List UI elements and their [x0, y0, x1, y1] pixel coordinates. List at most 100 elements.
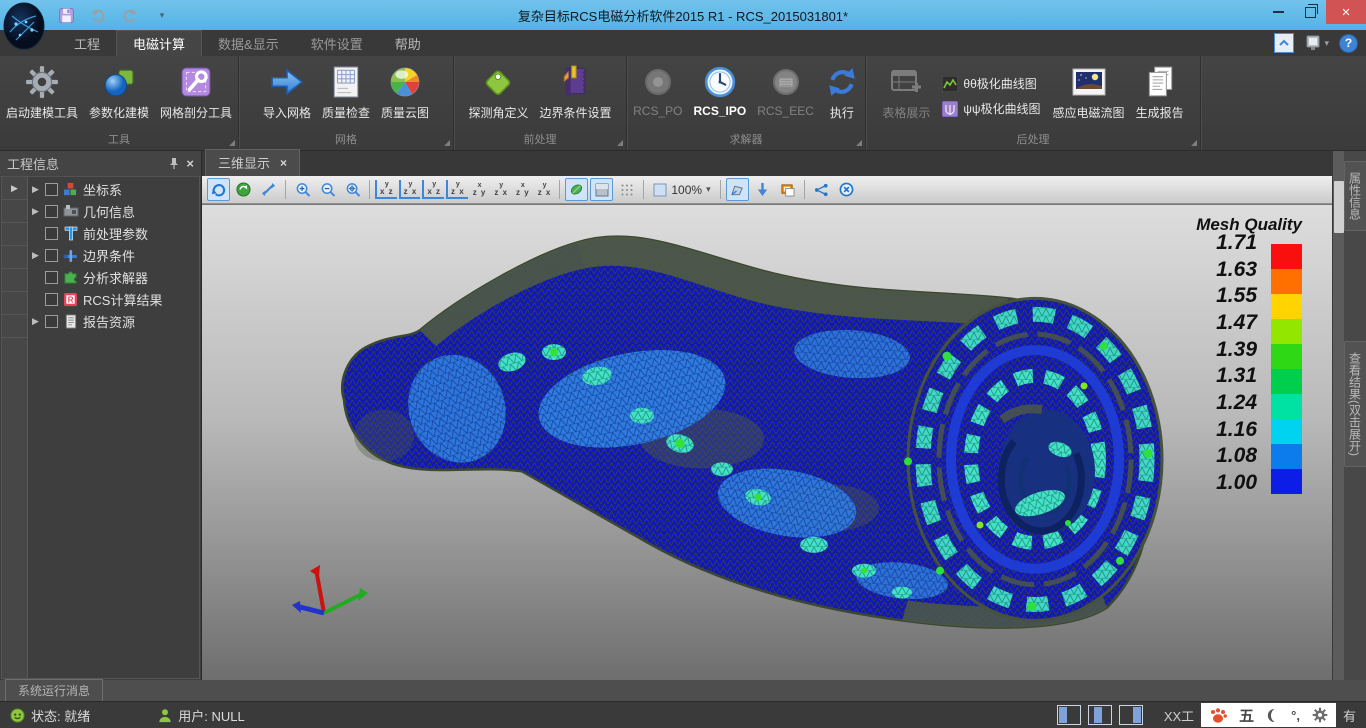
view-orientation-button-2[interactable]: yz x [399, 180, 421, 199]
gutter-cell[interactable] [2, 246, 27, 269]
checkbox[interactable] [45, 227, 58, 240]
tab-project[interactable]: 工程 [58, 30, 116, 56]
quality-cloud-button[interactable]: 质量云图 [376, 59, 434, 133]
ime-paw-icon[interactable] [1209, 707, 1227, 724]
view-orientation-button-5[interactable]: xz y [470, 181, 490, 198]
select-region-button[interactable] [726, 178, 749, 201]
ime-punctuation-button[interactable]: °, [1291, 708, 1300, 723]
import-mesh-button[interactable]: 导入网格 [258, 59, 316, 133]
undo-button[interactable] [88, 5, 108, 25]
sync-view-button[interactable] [232, 178, 255, 201]
expander-icon[interactable]: ▶ [30, 184, 41, 195]
checkbox[interactable] [45, 293, 58, 306]
tab-em-compute[interactable]: 电磁计算 [116, 30, 202, 56]
view-orientation-button-7[interactable]: xz y [513, 181, 533, 198]
zoom-extents-button[interactable] [341, 178, 364, 201]
expander-icon[interactable]: ▶ [30, 206, 41, 217]
cancel-button[interactable] [835, 178, 858, 201]
checkbox[interactable] [45, 205, 58, 218]
solver-rcs-ipo-button[interactable]: RCS_IPO [689, 59, 752, 133]
minimize-button[interactable] [1262, 0, 1294, 24]
tree-item-report-resources[interactable]: ▶ 报告资源 [28, 310, 199, 332]
gutter-cell[interactable] [2, 338, 27, 678]
checkbox[interactable] [45, 183, 58, 196]
shaded-view-button[interactable] [590, 178, 613, 201]
tree-item-geometry-info[interactable]: ▶ 几何信息 [28, 200, 199, 222]
mesh-partition-tool-button[interactable]: 网格剖分工具 [155, 59, 237, 133]
parametric-modeling-button[interactable]: 参数化建模 [84, 59, 154, 133]
tab-data-display[interactable]: 数据&显示 [202, 30, 295, 56]
layout-middle-button[interactable] [1088, 705, 1112, 725]
execute-button[interactable]: 执行 [820, 59, 864, 133]
zoom-out-button[interactable] [316, 178, 339, 201]
probe-angle-button[interactable]: 探测角定义 [463, 59, 533, 133]
checkbox[interactable] [45, 315, 58, 328]
download-view-button[interactable] [751, 178, 774, 201]
view-orientation-button-3[interactable]: yx z [422, 180, 444, 199]
tab-system-messages[interactable]: 系统运行消息 [5, 679, 103, 702]
view-orientation-button-8[interactable]: yz x [535, 181, 555, 198]
layout-left-button[interactable] [1057, 705, 1081, 725]
checkbox[interactable] [45, 249, 58, 262]
tree-item-preprocess-params[interactable]: 前处理参数 [28, 222, 199, 244]
solver-rcs-po-button[interactable]: RCS_PO [628, 59, 687, 133]
launch-modeling-tool-button[interactable]: 启动建模工具 [1, 59, 83, 133]
gutter-cell[interactable] [2, 292, 27, 315]
gutter-cell[interactable]: ▶ [2, 177, 27, 200]
induced-current-map-button[interactable]: 感应电磁流图 [1048, 59, 1130, 133]
tab-property-info[interactable]: 属性信息 [1344, 161, 1366, 231]
ime-wubi-button[interactable]: 五 [1239, 705, 1254, 726]
save-button[interactable] [56, 5, 76, 25]
panel-close-icon[interactable]: × [186, 156, 194, 171]
capture-window-button[interactable] [776, 178, 799, 201]
pin-icon[interactable] [168, 157, 180, 170]
gutter-cell[interactable] [2, 315, 27, 338]
render-leaf-button[interactable] [565, 178, 588, 201]
expander-icon[interactable]: ▶ [30, 250, 41, 261]
theta-polarization-button[interactable]: θθ极化曲线图 [942, 75, 1040, 92]
view-orientation-button-4[interactable]: yz x [446, 180, 468, 199]
tab-help[interactable]: 帮助 [379, 30, 437, 56]
gutter-cell[interactable] [2, 269, 27, 292]
tab-settings[interactable]: 软件设置 [295, 30, 379, 56]
display-device-button[interactable]: ▾ [1304, 35, 1329, 51]
gutter-cell[interactable] [2, 223, 27, 246]
tree-item-rcs-results[interactable]: R RCS计算结果 [28, 288, 199, 310]
collapse-ribbon-button[interactable] [1274, 33, 1294, 53]
ime-settings-gear-icon[interactable] [1312, 707, 1328, 723]
layout-right-button[interactable] [1119, 705, 1143, 725]
zoom-in-button[interactable] [291, 178, 314, 201]
wireframe-grid-button[interactable] [615, 178, 638, 201]
rotate-view-button[interactable] [207, 178, 230, 201]
close-button[interactable]: × [1326, 0, 1366, 24]
psi-polarization-button[interactable]: ψψ极化曲线图 [942, 100, 1040, 117]
scrollbar-thumb[interactable] [1334, 181, 1344, 233]
zoom-level-dropdown[interactable]: 100% ▾ [649, 183, 714, 197]
qat-dropdown-caret-icon[interactable]: ▾ [152, 5, 172, 25]
app-logo-icon[interactable] [2, 2, 46, 50]
help-button[interactable]: ? [1339, 34, 1358, 53]
generate-report-button[interactable]: 生成报告 [1131, 59, 1189, 133]
table-display-button[interactable]: 表格展示 [877, 59, 935, 133]
pan-view-button[interactable] [257, 178, 280, 201]
expander-icon[interactable]: ▶ [30, 316, 41, 327]
restore-button[interactable] [1294, 0, 1326, 24]
tab-3d-display[interactable]: 三维显示 × [205, 149, 300, 176]
checkbox[interactable] [45, 271, 58, 284]
view-orientation-button-1[interactable]: yx z [375, 180, 397, 199]
redo-button[interactable] [120, 5, 140, 25]
boundary-condition-button[interactable]: 边界条件设置 [535, 59, 617, 133]
gutter-cell[interactable] [2, 200, 27, 223]
tab-view-results[interactable]: 查看结果(双击展开) [1344, 341, 1366, 467]
tree-item-analysis-solver[interactable]: 分析求解器 [28, 266, 199, 288]
solver-rcs-eec-button[interactable]: RCS_EEC [752, 59, 819, 133]
ime-moon-icon[interactable] [1266, 708, 1279, 723]
tree-item-boundary-conditions[interactable]: ▶ 边界条件 [28, 244, 199, 266]
quality-check-button[interactable]: 质量检查 [317, 59, 375, 133]
share-button[interactable] [810, 178, 833, 201]
viewport-3d[interactable]: Mesh Quality 1.711.63 1.551.47 1.391.31 … [202, 204, 1332, 680]
vertical-scrollbar[interactable] [1332, 151, 1344, 680]
tab-close-icon[interactable]: × [280, 156, 287, 170]
view-orientation-button-6[interactable]: yz x [491, 181, 511, 198]
tree-item-coordinate-system[interactable]: ▶ 坐标系 [28, 178, 199, 200]
